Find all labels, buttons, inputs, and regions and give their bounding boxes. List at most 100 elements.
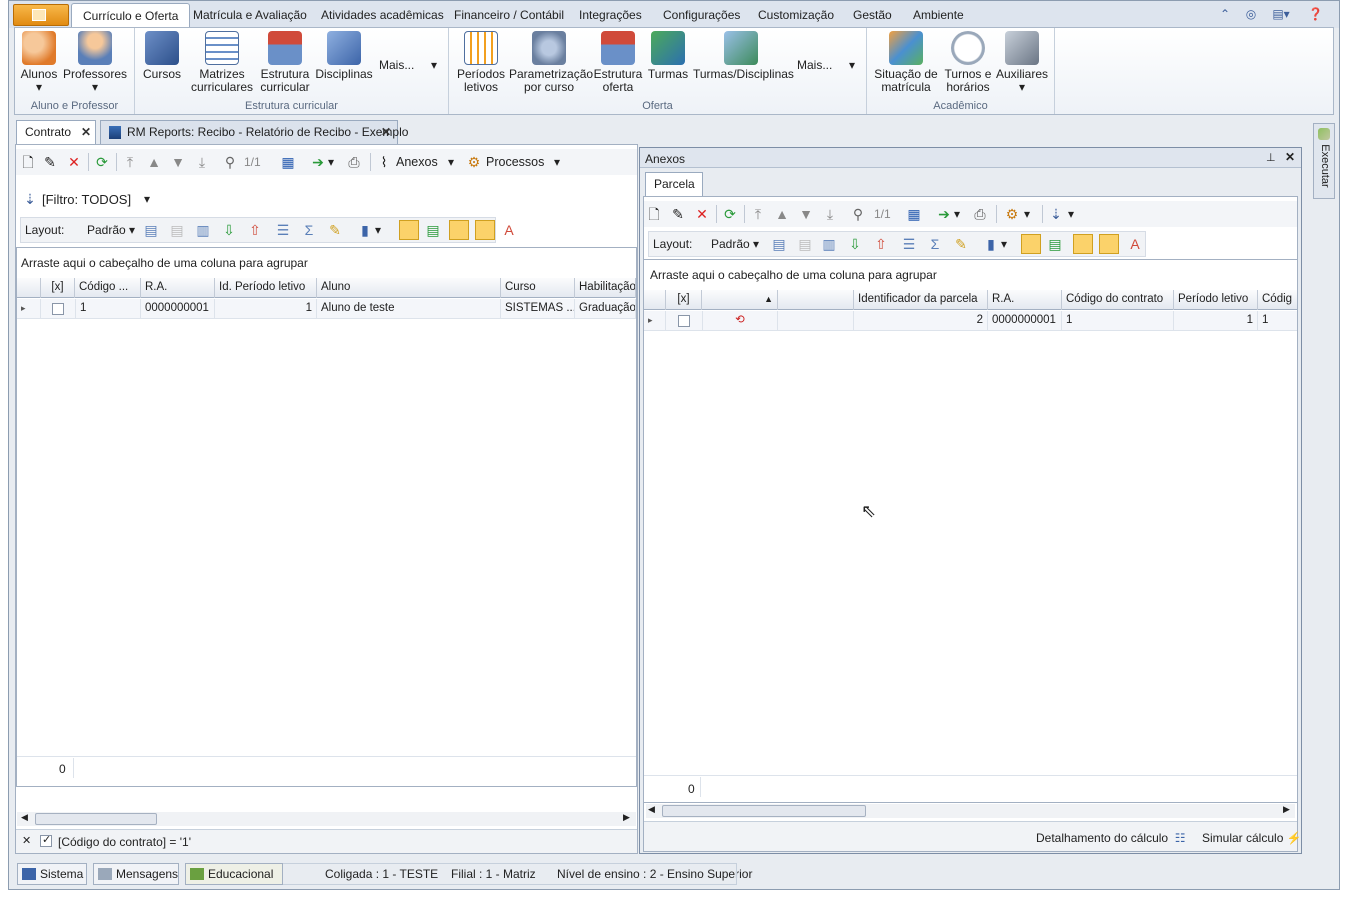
new-icon[interactable]: 🗋 (20, 154, 36, 170)
filter-enabled-checkbox[interactable] (40, 833, 52, 847)
executar-side-button[interactable]: Executar (1313, 123, 1335, 199)
col-ra[interactable]: R.A. (988, 290, 1062, 310)
tab-contrato[interactable]: Contrato ✕ (16, 120, 96, 144)
auxiliares-button[interactable]: Auxiliares ▾ (995, 31, 1049, 94)
filter-icon[interactable]: ⇣ (1048, 206, 1064, 222)
layout-icon[interactable]: ▤▾ (1269, 7, 1293, 21)
alunos-button[interactable]: Alunos ▾ (19, 31, 59, 94)
tab-customizacao[interactable]: Customização (754, 6, 838, 26)
font-icon[interactable]: A (1127, 236, 1143, 252)
anexos-dropdown[interactable]: ▾ (448, 155, 454, 169)
upload-icon[interactable]: ⇧ (247, 222, 263, 238)
row-checkbox[interactable] (678, 315, 690, 327)
columns-icon[interactable]: ▥ (195, 222, 211, 238)
edit-icon[interactable]: ✎ (42, 154, 58, 170)
tab-integracoes[interactable]: Integrações (575, 6, 646, 26)
turmas-disciplinas-button[interactable]: Turmas/Disciplinas (693, 31, 794, 81)
download-icon[interactable]: ⇩ (847, 236, 863, 252)
layout-selector[interactable]: Padrão ▾ (711, 237, 759, 251)
tab-rm-reports[interactable]: RM Reports: Recibo - Relatório de Recibo… (100, 120, 408, 144)
matrizes-button[interactable]: Matrizes curriculares (191, 31, 253, 94)
layout-selector[interactable]: Padrão ▾ (87, 223, 135, 237)
clear-filter-icon[interactable]: ✕ (22, 834, 31, 847)
next-record-icon[interactable]: ▼ (798, 206, 814, 222)
download-icon[interactable]: ⇩ (221, 222, 237, 238)
col-codigo-contrato[interactable]: Código do contrato (1062, 290, 1174, 310)
upload-icon[interactable]: ⇧ (873, 236, 889, 252)
close-icon[interactable]: ✕ (1285, 150, 1295, 164)
scroll-right-icon[interactable]: ▶ (1283, 804, 1290, 815)
col-select[interactable]: [x] (666, 290, 702, 310)
tab-ambiente[interactable]: Ambiente (909, 6, 968, 26)
export-icon[interactable]: ➔ (310, 154, 326, 170)
mais-oferta-button[interactable]: Mais... ▾ (797, 58, 855, 72)
binoculars-icon[interactable]: ⚲ (222, 154, 238, 170)
processos-button[interactable]: Processos (486, 155, 544, 169)
col-ra[interactable]: R.A. (141, 278, 215, 298)
professores-button[interactable]: Professores ▾ (63, 31, 127, 94)
close-icon[interactable]: ✕ (81, 121, 91, 144)
tab-financeiro-contabil[interactable]: Financeiro / Contábil (450, 6, 568, 26)
print-icon[interactable]: ⎙ (346, 154, 362, 170)
sum-icon[interactable]: Σ (927, 236, 943, 252)
form-view-icon[interactable] (449, 220, 469, 240)
refresh-icon[interactable]: ⟳ (722, 206, 738, 222)
turmas-button[interactable]: Turmas (647, 31, 689, 81)
col-status[interactable]: ▲ (702, 290, 778, 310)
col-blank[interactable] (778, 290, 854, 310)
processes-dropdown[interactable]: ▾ (1024, 207, 1030, 221)
chart-dropdown[interactable]: ▾ (1001, 237, 1007, 251)
previous-record-icon[interactable]: ▲ (146, 154, 162, 170)
educacional-button[interactable]: Educacional (185, 863, 283, 885)
col-select[interactable]: [x] (41, 278, 75, 298)
delete-icon[interactable]: ✕ (694, 206, 710, 222)
export-dropdown[interactable]: ▾ (954, 207, 960, 221)
tab-curriculo-oferta[interactable]: Currículo e Oferta (71, 3, 191, 28)
group-icon[interactable]: ☰ (275, 222, 291, 238)
tab-parcela[interactable]: Parcela (645, 172, 703, 196)
col-aluno[interactable]: Aluno (317, 278, 501, 298)
row-checkbox[interactable] (52, 303, 64, 315)
parametrizacao-button[interactable]: Parametrização por curso (509, 31, 593, 94)
cursos-button[interactable]: Cursos (141, 31, 183, 81)
first-record-icon[interactable]: ⤒ (750, 206, 766, 222)
situacao-matricula-button[interactable]: Situação de matrícula (873, 31, 939, 94)
filter-dropdown[interactable]: ▾ (1068, 207, 1074, 221)
tab-configuracoes[interactable]: Configurações (659, 6, 744, 26)
table-row[interactable]: ▸ 1 0000000001 1 Aluno de teste SISTEMAS… (17, 299, 636, 319)
horizontal-scrollbar[interactable]: ◀ ▶ (17, 812, 636, 826)
font-icon[interactable]: A (501, 222, 517, 238)
col-curso[interactable]: Curso (501, 278, 575, 298)
horizontal-scrollbar[interactable]: ◀ ▶ (646, 804, 1295, 818)
previous-record-icon[interactable]: ▲ (774, 206, 790, 222)
edit-icon[interactable]: ✎ (670, 206, 686, 222)
help-web-icon[interactable]: ◎ (1244, 7, 1258, 21)
grid-icon[interactable]: ▤ (143, 222, 159, 238)
new-icon[interactable]: 🗋 (646, 206, 662, 222)
form-view-icon[interactable] (1073, 234, 1093, 254)
mensagens-button[interactable]: Mensagens (93, 863, 179, 885)
filter-dropdown[interactable]: ▾ (144, 192, 150, 206)
tab-atividades-academicas[interactable]: Atividades acadêmicas (317, 6, 448, 26)
detalhamento-button[interactable]: Detalhamento do cálculo ☷ (1036, 831, 1186, 845)
mais-estrutura-button[interactable]: Mais... ▾ (379, 58, 437, 72)
next-record-icon[interactable]: ▼ (170, 154, 186, 170)
filter-edit-icon[interactable]: ✎ (953, 236, 969, 252)
filter-expression[interactable]: [Código do contrato] = '1' (58, 835, 191, 849)
chart-dropdown[interactable]: ▾ (375, 223, 381, 237)
disciplinas-button[interactable]: Disciplinas (315, 31, 373, 81)
view-toggle-icon[interactable] (399, 220, 419, 240)
export-icon[interactable]: ➔ (936, 206, 952, 222)
export-dropdown[interactable]: ▾ (328, 155, 334, 169)
filter-edit-icon[interactable]: ✎ (327, 222, 343, 238)
tab-gestao[interactable]: Gestão (849, 6, 896, 26)
chart-icon[interactable]: ▮ (983, 236, 999, 252)
grid-icon[interactable]: ▤ (771, 236, 787, 252)
turnos-horarios-button[interactable]: Turnos e horários (941, 31, 995, 94)
scroll-right-icon[interactable]: ▶ (623, 812, 630, 823)
binoculars-icon[interactable]: ⚲ (850, 206, 866, 222)
col-identificador[interactable]: Identificador da parcela (854, 290, 988, 310)
estrutura-curricular-button[interactable]: Estrutura curricular (257, 31, 313, 94)
col-periodo-letivo[interactable]: Período letivo (1174, 290, 1258, 310)
table-row[interactable]: ▸ ⟲ 2 0000000001 1 1 1 (644, 311, 1297, 331)
